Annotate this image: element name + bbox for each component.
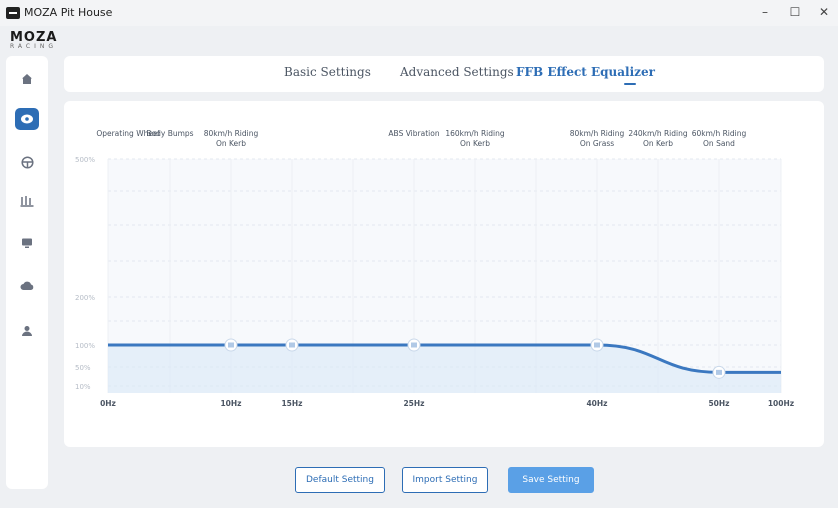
column-label: 80km/h Riding	[570, 129, 625, 138]
column-label: 160km/h Riding	[445, 129, 505, 138]
maximize-button[interactable]: ☐	[783, 4, 807, 20]
column-label: Body Bumps	[146, 129, 193, 138]
x-tick-label: 15Hz	[281, 399, 302, 408]
window-title: MOZA Pit House	[24, 6, 113, 19]
sidebar-item-dashboard[interactable]	[15, 232, 39, 254]
save-setting-button[interactable]: Save Setting	[508, 467, 594, 493]
pedals-icon	[20, 192, 34, 211]
y-tick-label: 50%	[75, 364, 91, 372]
y-tick-label: 10%	[75, 383, 91, 391]
tab-advanced-settings[interactable]: Advanced Settings	[400, 65, 514, 79]
y-tick-label: 200%	[75, 294, 95, 302]
column-label: On Grass	[580, 139, 614, 148]
brand-logo: MOZA RACING	[10, 30, 80, 52]
column-label: On Kerb	[216, 139, 246, 148]
app-logo-icon	[6, 7, 20, 19]
tabs-bar: Basic Settings Advanced Settings FFB Eff…	[64, 56, 824, 92]
tab-ffb-effect-equalizer[interactable]: FFB Effect Equalizer	[516, 65, 655, 79]
x-tick-label: 40Hz	[586, 399, 607, 408]
sidebar-item-home[interactable]	[15, 68, 39, 90]
y-tick-label: 100%	[75, 342, 95, 350]
sidebar-item-user[interactable]	[15, 320, 39, 342]
sidebar-item-pedals[interactable]	[15, 190, 39, 212]
import-setting-button[interactable]: Import Setting	[402, 467, 488, 493]
x-tick-label: 25Hz	[403, 399, 424, 408]
default-setting-button[interactable]: Default Setting	[295, 467, 385, 493]
ffb-equalizer-chart[interactable]: 500%200%100%50%10%Operating WheelBody Bu…	[64, 101, 824, 447]
title-bar: MOZA Pit House – ☐ ✕	[0, 0, 838, 26]
column-label: On Sand	[703, 139, 735, 148]
tab-basic-settings[interactable]: Basic Settings	[284, 65, 371, 79]
dashboard-icon	[21, 234, 33, 253]
minimize-button[interactable]: –	[753, 4, 777, 20]
column-label: On Kerb	[643, 139, 673, 148]
home-icon	[21, 70, 33, 89]
sidebar-item-steering-wheel[interactable]	[15, 152, 39, 174]
column-label: ABS Vibration	[388, 129, 439, 138]
x-tick-label: 50Hz	[708, 399, 729, 408]
y-tick-label: 500%	[75, 156, 95, 164]
equalizer-panel: 500% 200% 100% 50% 10% Operating Wheel Body Bu…	[64, 101, 824, 447]
cloud-icon	[20, 276, 34, 295]
brand-sub-text: RACING	[10, 43, 58, 50]
wheelbase-icon	[20, 110, 34, 129]
user-icon	[21, 322, 33, 341]
x-tick-label: 100Hz	[768, 399, 794, 408]
x-tick-label: 10Hz	[220, 399, 241, 408]
column-label: 240km/h Riding	[628, 129, 688, 138]
steering-wheel-icon	[20, 154, 34, 173]
column-label: 80km/h Riding	[204, 129, 259, 138]
x-tick-label: 0Hz	[100, 399, 116, 408]
sidebar	[6, 56, 48, 489]
column-label: 60km/h Riding	[692, 129, 747, 138]
active-tab-indicator	[624, 83, 636, 85]
column-label: On Kerb	[460, 139, 490, 148]
sidebar-item-cloud[interactable]	[15, 274, 39, 296]
sidebar-item-wheelbase[interactable]	[15, 108, 39, 130]
close-button[interactable]: ✕	[812, 4, 836, 20]
